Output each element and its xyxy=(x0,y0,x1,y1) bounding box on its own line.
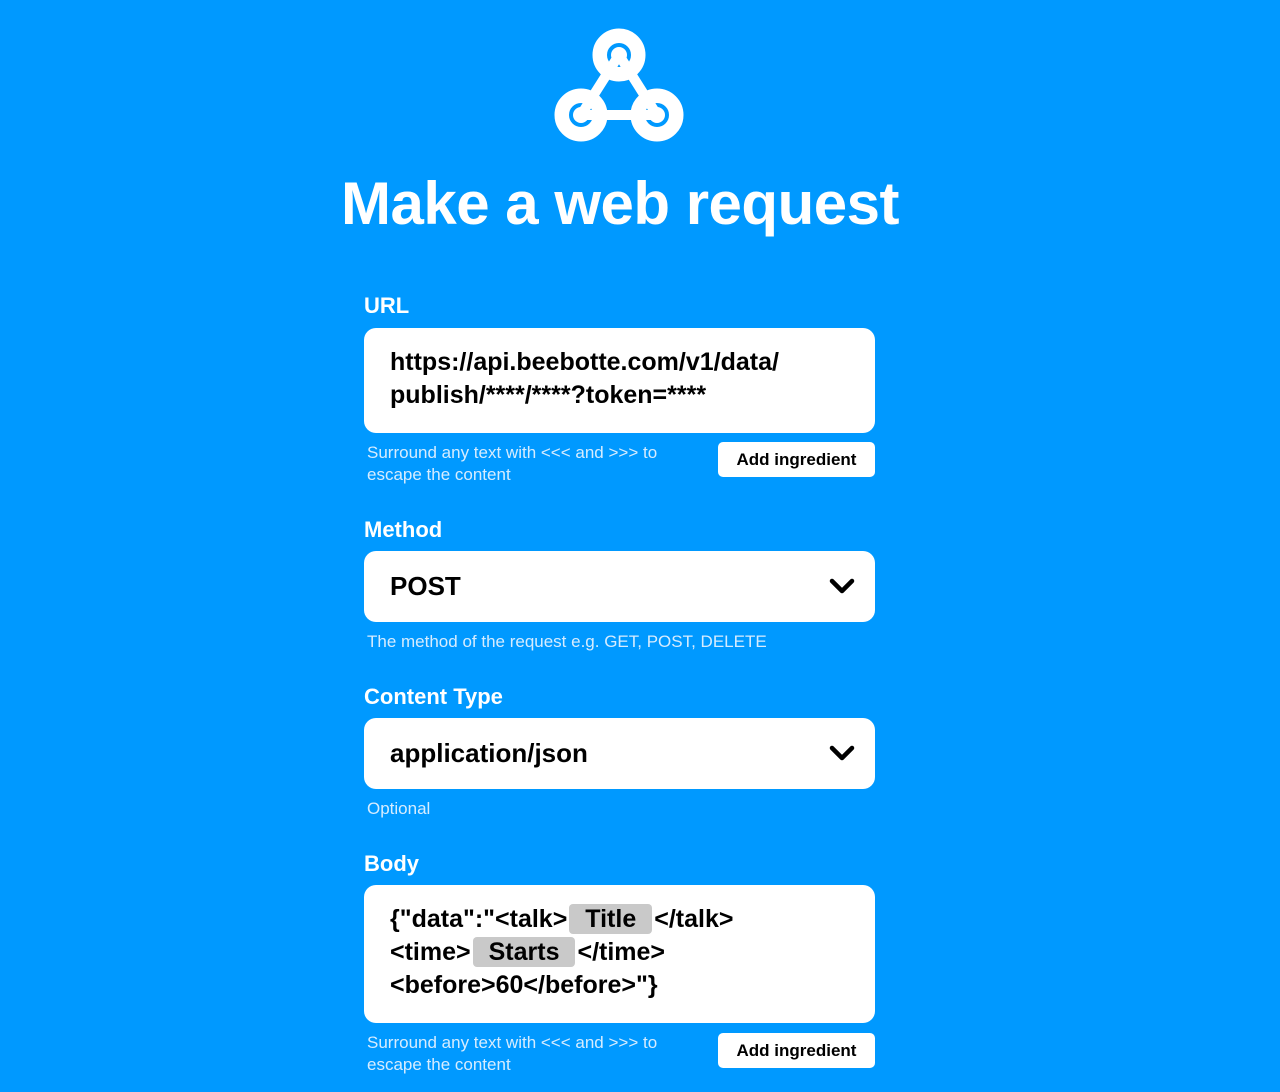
content-type-help-text: Optional xyxy=(367,799,431,818)
body-line-1-suffix: </talk> xyxy=(654,905,734,933)
body-line-3: <before>60</before>"} xyxy=(390,971,658,999)
method-select[interactable]: POST xyxy=(364,551,875,622)
url-help-text: Surround any text with <<< and >>> to es… xyxy=(367,442,707,486)
url-field[interactable]: https://api.beebotte.com/v1/data/ publis… xyxy=(364,328,875,433)
method-help-text: The method of the request e.g. GET, POST… xyxy=(367,632,767,651)
body-help-text: Surround any text with <<< and >>> to es… xyxy=(367,1032,707,1076)
body-line-1-prefix: {"data":"<talk> xyxy=(390,905,568,933)
webhooks-icon xyxy=(554,28,684,142)
body-field[interactable]: {"data":"<talk> Title </talk> <time> Starts… xyxy=(364,885,875,1023)
ingredient-starts-pill[interactable]: Starts xyxy=(472,937,576,967)
body-line-2: <time> Starts </time> xyxy=(390,936,849,969)
url-help-line-1: Surround any text with <<< and >>> to xyxy=(367,443,658,462)
body-label: Body xyxy=(364,851,419,876)
page-title: Make a web request xyxy=(341,170,899,237)
chevron-down-icon xyxy=(829,578,855,594)
url-line-2: publish/****/****?token=**** xyxy=(390,381,707,409)
method-value: POST xyxy=(390,571,461,601)
url-line-1: https://api.beebotte.com/v1/data/ xyxy=(390,348,779,376)
url-add-ingredient-button[interactable]: Add ingredient xyxy=(718,442,875,477)
content-type-label: Content Type xyxy=(364,684,503,709)
body-help-line-1: Surround any text with <<< and >>> to xyxy=(367,1033,658,1052)
body-help-line-2: escape the content xyxy=(367,1055,511,1074)
content-type-select[interactable]: application/json xyxy=(364,718,875,789)
body-line-1: {"data":"<talk> Title </talk> xyxy=(390,903,849,936)
body-add-ingredient-button[interactable]: Add ingredient xyxy=(718,1033,875,1068)
ingredient-title-pill[interactable]: Title xyxy=(569,904,653,934)
body-line-2-prefix: <time> xyxy=(390,938,471,966)
url-label: URL xyxy=(364,293,410,318)
url-help-line-2: escape the content xyxy=(367,465,511,484)
method-label: Method xyxy=(364,517,443,542)
content-type-value: application/json xyxy=(390,738,588,768)
body-line-2-suffix: </time> xyxy=(577,938,666,966)
chevron-down-icon xyxy=(829,745,855,761)
